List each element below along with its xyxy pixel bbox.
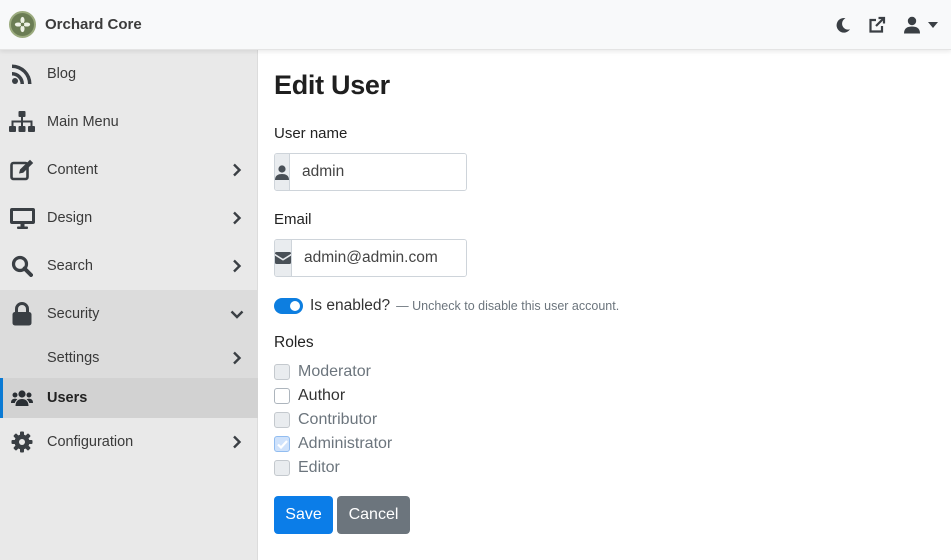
sidebar-item-security[interactable]: Security bbox=[0, 290, 258, 338]
checkbox[interactable] bbox=[274, 388, 290, 404]
enabled-switch-row: Is enabled? — Uncheck to disable this us… bbox=[274, 296, 619, 316]
caret-down-icon[interactable] bbox=[925, 13, 941, 37]
user-icon[interactable] bbox=[900, 13, 924, 37]
sidebar-item-label: Content bbox=[47, 162, 98, 178]
email-input[interactable] bbox=[292, 240, 466, 276]
email-input-group bbox=[274, 239, 467, 277]
sidebar-item-label: Configuration bbox=[47, 434, 134, 450]
sidebar-item-blog[interactable]: Blog bbox=[0, 50, 258, 98]
roles-title: Roles bbox=[274, 334, 314, 351]
sidebar: Blog Main Menu Content Design Search Sec… bbox=[0, 50, 258, 560]
checkbox[interactable] bbox=[274, 412, 290, 428]
app-title: Orchard Core bbox=[45, 16, 142, 33]
security-group: Security Settings bbox=[0, 290, 258, 378]
chevron-right-icon bbox=[233, 259, 242, 273]
lock-icon bbox=[9, 301, 35, 327]
envelope-icon bbox=[275, 240, 292, 276]
role-label: Editor bbox=[298, 459, 340, 476]
sitemap-icon bbox=[9, 109, 35, 135]
chevron-down-icon bbox=[230, 310, 244, 319]
sidebar-item-label: Search bbox=[47, 258, 93, 274]
checkbox[interactable] bbox=[274, 436, 290, 452]
moon-icon[interactable] bbox=[831, 13, 855, 37]
chevron-right-icon bbox=[233, 435, 242, 449]
save-button[interactable]: Save bbox=[274, 496, 333, 534]
role-checkbox-author[interactable]: Author bbox=[274, 386, 345, 406]
chevron-right-icon bbox=[233, 211, 242, 225]
toggle-knob bbox=[290, 301, 300, 311]
role-checkbox-contributor[interactable]: Contributor bbox=[274, 410, 377, 430]
checkbox[interactable] bbox=[274, 460, 290, 476]
sidebar-item-label: Users bbox=[47, 390, 88, 406]
brand[interactable]: Orchard Core bbox=[9, 11, 142, 38]
edit-icon bbox=[9, 157, 35, 183]
chevron-right-icon bbox=[233, 351, 242, 365]
role-label: Moderator bbox=[298, 363, 371, 380]
email-label: Email bbox=[274, 211, 312, 228]
active-indicator bbox=[0, 378, 3, 418]
external-link-icon[interactable] bbox=[865, 13, 889, 37]
username-input[interactable] bbox=[290, 154, 466, 190]
sidebar-item-users[interactable]: Users bbox=[0, 378, 258, 418]
enabled-hint: — Uncheck to disable this user account. bbox=[396, 299, 620, 313]
search-icon bbox=[9, 253, 35, 279]
sidebar-item-configuration[interactable]: Configuration bbox=[0, 418, 258, 466]
username-input-group bbox=[274, 153, 467, 191]
role-checkbox-editor[interactable]: Editor bbox=[274, 458, 340, 478]
enabled-toggle[interactable] bbox=[274, 298, 303, 314]
rss-icon bbox=[9, 61, 35, 87]
gear-icon bbox=[9, 429, 35, 455]
sidebar-item-content[interactable]: Content bbox=[0, 146, 258, 194]
monitor-icon bbox=[9, 205, 35, 231]
sidebar-item-label: Security bbox=[47, 306, 100, 322]
role-checkbox-moderator[interactable]: Moderator bbox=[274, 362, 371, 382]
sidebar-item-label: Settings bbox=[47, 350, 100, 366]
role-label: Author bbox=[298, 387, 346, 404]
top-navbar: Orchard Core bbox=[0, 0, 951, 50]
role-checkbox-administrator[interactable]: Administrator bbox=[274, 434, 392, 454]
role-label: Administrator bbox=[298, 435, 393, 452]
role-label: Contributor bbox=[298, 411, 378, 428]
sidebar-item-main-menu[interactable]: Main Menu bbox=[0, 98, 258, 146]
page-title: Edit User bbox=[274, 70, 390, 100]
sidebar-item-label: Main Menu bbox=[47, 114, 119, 130]
orchard-logo-icon bbox=[9, 11, 36, 38]
checkbox[interactable] bbox=[274, 364, 290, 380]
enabled-label: Is enabled? bbox=[310, 297, 391, 314]
username-label: User name bbox=[274, 125, 348, 142]
check-icon bbox=[276, 439, 288, 449]
sidebar-item-label: Design bbox=[47, 210, 93, 226]
chevron-right-icon bbox=[233, 163, 242, 177]
sidebar-item-settings[interactable]: Settings bbox=[0, 338, 258, 378]
sidebar-item-label: Blog bbox=[47, 66, 77, 82]
user-icon bbox=[275, 154, 290, 190]
cancel-button[interactable]: Cancel bbox=[337, 496, 410, 534]
users-icon bbox=[9, 385, 35, 411]
sidebar-item-search[interactable]: Search bbox=[0, 242, 258, 290]
sidebar-item-design[interactable]: Design bbox=[0, 194, 258, 242]
